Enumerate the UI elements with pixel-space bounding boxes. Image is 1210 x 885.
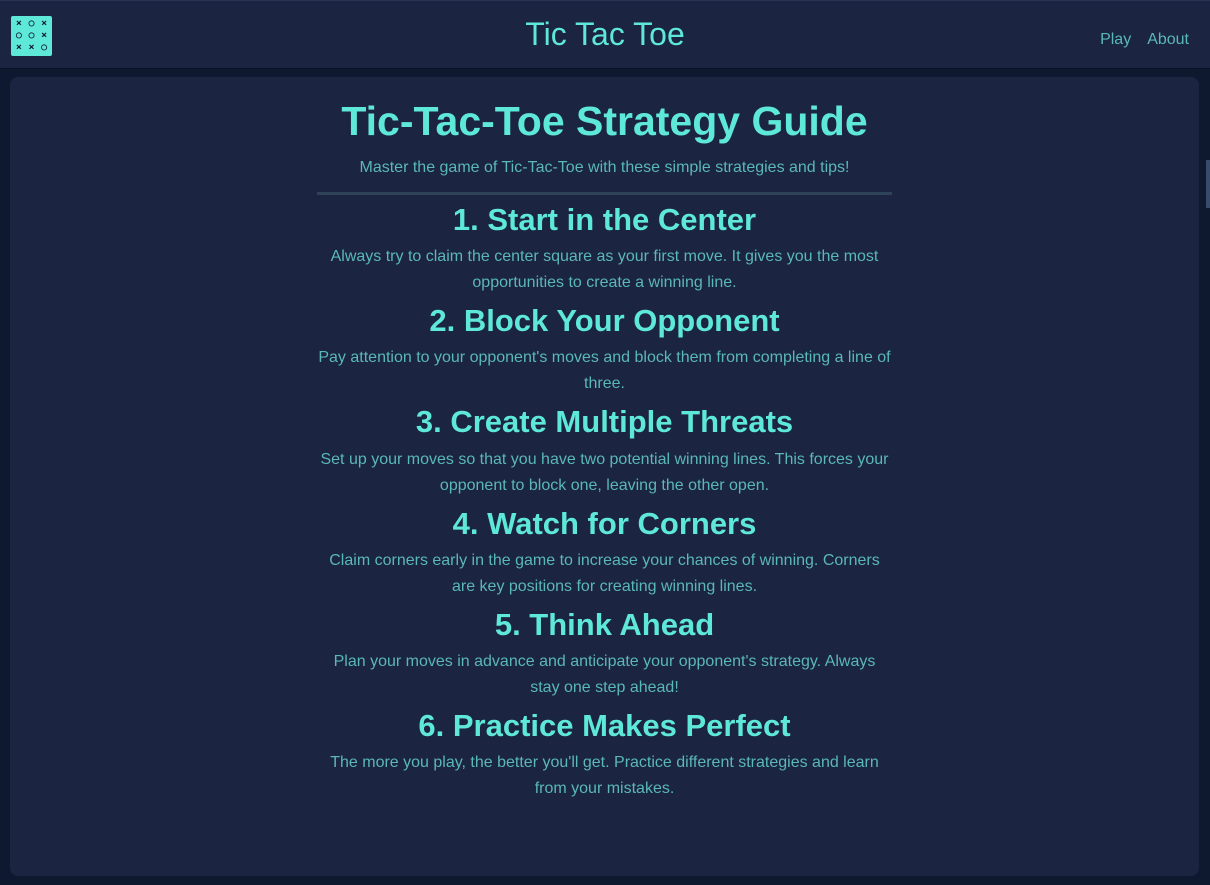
section-text: Plan your moves in advance and anticipat… bbox=[333, 652, 876, 696]
strategy-section: 3. Create Multiple Threats Set up your m… bbox=[317, 403, 892, 498]
section-heading: 1. Start in the Center bbox=[452, 201, 757, 237]
strategy-section: 5. Think Ahead Plan your moves in advanc… bbox=[317, 606, 892, 701]
strategy-section: 2. Block Your Opponent Pay attention to … bbox=[317, 302, 892, 397]
section-text: Pay attention to your opponent's moves a… bbox=[318, 349, 891, 393]
section-heading: 4. Watch for Corners bbox=[452, 505, 757, 541]
strategy-section: 6. Practice Makes Perfect The more you p… bbox=[317, 707, 892, 802]
section-heading: 5. Think Ahead bbox=[494, 606, 715, 642]
section-text: The more you play, the better you'll get… bbox=[330, 754, 879, 798]
top-nav: Play About bbox=[1100, 31, 1189, 49]
nav-link-play[interactable]: Play bbox=[1100, 31, 1131, 49]
section-heading: 2. Block Your Opponent bbox=[429, 303, 780, 339]
strategy-panel: Tic-Tac-Toe Strategy Guide Master the ga… bbox=[10, 77, 1199, 876]
section-text: Set up your moves so that you have two p… bbox=[320, 450, 889, 494]
app-title: Tic Tac Toe bbox=[525, 16, 685, 52]
strategy-guide: Tic-Tac-Toe Strategy Guide Master the ga… bbox=[317, 77, 892, 802]
section-heading: 6. Practice Makes Perfect bbox=[418, 707, 791, 743]
page-subtitle: Master the game of Tic-Tac-Toe with thes… bbox=[359, 159, 850, 177]
divider bbox=[317, 191, 892, 195]
top-header: × ○ × ○ ○ × × × ○ Tic Tac Toe Play About bbox=[0, 0, 1210, 69]
page-title: Tic-Tac-Toe Strategy Guide bbox=[341, 98, 868, 144]
scrollbar-handle[interactable] bbox=[1206, 160, 1210, 208]
strategy-section: 1. Start in the Center Always try to cla… bbox=[317, 201, 892, 296]
section-text: Claim corners early in the game to incre… bbox=[329, 551, 880, 595]
section-heading: 3. Create Multiple Threats bbox=[415, 404, 794, 440]
strategy-section: 4. Watch for Corners Claim corners early… bbox=[317, 505, 892, 600]
nav-link-about[interactable]: About bbox=[1147, 31, 1189, 49]
section-text: Always try to claim the center square as… bbox=[330, 248, 879, 292]
